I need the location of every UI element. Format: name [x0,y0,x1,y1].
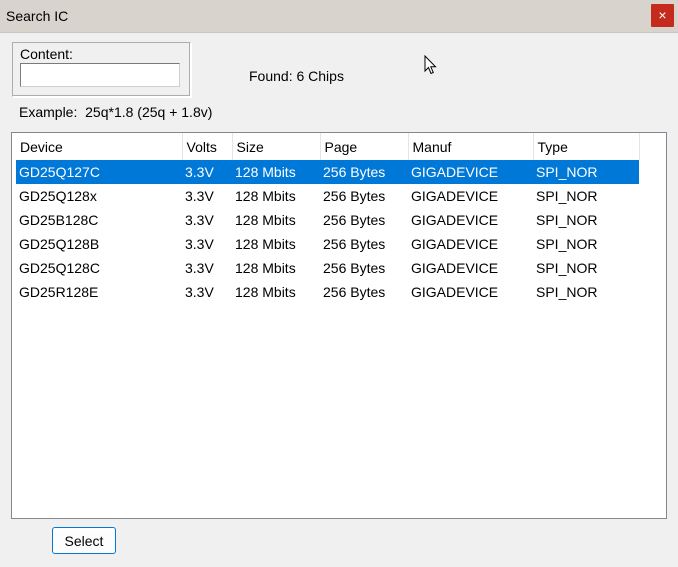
table-row[interactable]: GD25Q128C 3.3V 128 Mbits 256 Bytes GIGAD… [16,256,639,280]
cell-volts: 3.3V [185,212,214,228]
chip-table: Device Volts Size Page Manuf Type GD25Q1… [16,133,640,304]
cell-manuf: GIGADEVICE [411,260,499,276]
cell-page: 256 Bytes [323,284,386,300]
title-bar: Search IC × [0,0,678,33]
select-button[interactable]: Select [52,527,116,554]
cell-type: SPI_NOR [533,160,639,184]
cell-manuf: GIGADEVICE [411,284,499,300]
close-icon: × [658,7,667,23]
table-header: Device Volts Size Page Manuf Type [16,133,640,160]
cell-type: SPI_NOR [536,188,598,204]
cell-size: 128 Mbits [235,188,296,204]
column-header-volts[interactable]: Volts [182,133,233,160]
cell-size: 128 Mbits [235,236,296,252]
cell-manuf: GIGADEVICE [408,160,533,184]
window-title: Search IC [6,8,69,24]
cell-size: 128 Mbits [235,260,296,276]
cell-device: GD25B128C [19,212,99,228]
table-row[interactable]: GD25B128C 3.3V 128 Mbits 256 Bytes GIGAD… [16,208,639,232]
column-header-page[interactable]: Page [320,133,409,160]
table-row[interactable]: GD25Q128B 3.3V 128 Mbits 256 Bytes GIGAD… [16,232,639,256]
found-count: Found: 6 Chips [249,68,344,84]
cell-manuf: GIGADEVICE [411,188,499,204]
cell-device: GD25Q128x [19,188,97,204]
cell-manuf: GIGADEVICE [411,236,499,252]
column-header-manuf[interactable]: Manuf [408,133,534,160]
table-row[interactable]: GD25Q127C 3.3V 128 Mbits 256 Bytes GIGAD… [16,160,639,184]
column-header-device[interactable]: Device [16,133,183,160]
content-input[interactable] [20,63,180,87]
cell-type: SPI_NOR [536,212,598,228]
example-hint: Example: 25q*1.8 (25q + 1.8v) [19,104,213,120]
mouse-pointer-icon [424,55,437,75]
chip-list[interactable]: Device Volts Size Page Manuf Type GD25Q1… [11,132,667,519]
cell-device: GD25Q128B [19,236,100,252]
cell-size: 128 Mbits [232,160,320,184]
cell-page: 256 Bytes [323,260,386,276]
cell-type: SPI_NOR [536,260,598,276]
column-header-size[interactable]: Size [232,133,321,160]
cell-manuf: GIGADEVICE [411,212,499,228]
cell-size: 128 Mbits [235,284,296,300]
content-group: Content: [12,42,191,97]
cell-device: GD25Q127C [16,160,182,184]
table-row[interactable]: GD25R128E 3.3V 128 Mbits 256 Bytes GIGAD… [16,280,639,304]
cell-page: 256 Bytes [323,212,386,228]
cell-volts: 3.3V [182,160,232,184]
cell-type: SPI_NOR [536,284,598,300]
column-header-type[interactable]: Type [533,133,640,160]
cell-page: 256 Bytes [323,188,386,204]
cell-volts: 3.3V [185,236,214,252]
cell-size: 128 Mbits [235,212,296,228]
cell-volts: 3.3V [185,260,214,276]
cell-device: GD25R128E [19,284,99,300]
cell-volts: 3.3V [185,284,214,300]
cell-page: 256 Bytes [323,236,386,252]
cell-device: GD25Q128C [19,260,100,276]
cell-type: SPI_NOR [536,236,598,252]
content-label: Content: [20,46,73,62]
cell-volts: 3.3V [185,188,214,204]
cell-page: 256 Bytes [320,160,408,184]
table-row[interactable]: GD25Q128x 3.3V 128 Mbits 256 Bytes GIGAD… [16,184,639,208]
close-button[interactable]: × [651,4,674,27]
